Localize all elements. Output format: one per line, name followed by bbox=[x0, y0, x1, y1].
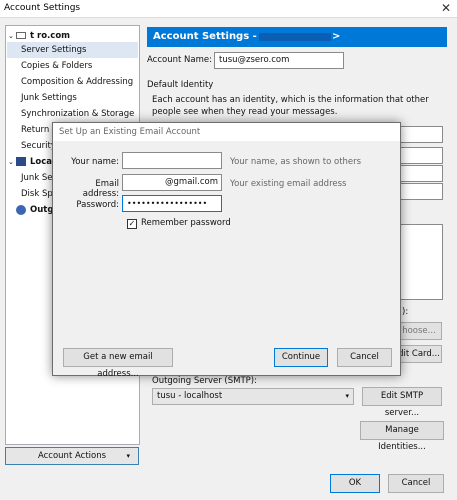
remember-password-label: Remember password bbox=[141, 218, 231, 228]
account-actions-label: Account Actions bbox=[37, 451, 107, 461]
password-input[interactable]: ••••••••••••••••• bbox=[122, 195, 222, 212]
chevron-down-icon: ▾ bbox=[345, 392, 349, 400]
signature-text-area[interactable] bbox=[400, 224, 443, 300]
account-name-label: Account Name: bbox=[147, 55, 212, 65]
tree-item-label: Composition & Addressing bbox=[21, 77, 134, 87]
identity-field-4[interactable] bbox=[400, 183, 443, 200]
choose-button[interactable]: hoose... bbox=[396, 322, 442, 340]
tree-item-label: Security bbox=[21, 141, 56, 151]
mail-account-icon bbox=[16, 32, 26, 39]
outgoing-server-select[interactable]: tusu - localhost ▾ bbox=[152, 388, 354, 405]
tree-item-label: Junk Settings bbox=[21, 93, 77, 103]
ok-button[interactable]: OK bbox=[330, 474, 380, 493]
your-name-hint: Your name, as shown to others bbox=[230, 157, 362, 167]
your-name-label: Your name: bbox=[71, 157, 119, 167]
identity-field-1[interactable] bbox=[400, 126, 443, 143]
default-identity-label: Default Identity bbox=[147, 80, 214, 90]
attach-label-suffix: ): bbox=[402, 307, 409, 317]
chevron-down-icon: ⌄ bbox=[8, 158, 14, 166]
your-name-input[interactable] bbox=[122, 152, 222, 169]
manage-identities-button[interactable]: Manage Identities... bbox=[360, 421, 444, 452]
setup-email-dialog: Set Up an Existing Email Account Your na… bbox=[52, 122, 401, 379]
email-address-label: Email address: bbox=[82, 179, 119, 199]
dialog-cancel-button[interactable]: Cancel bbox=[337, 348, 392, 367]
identity-field-2[interactable] bbox=[400, 147, 443, 164]
get-new-email-button[interactable]: Get a new email address... bbox=[63, 348, 173, 379]
window-titlebar: Account Settings ✕ bbox=[0, 0, 457, 18]
remember-password-checkbox[interactable]: ✓ bbox=[127, 219, 137, 229]
dropdown-arrow-icon: ▾ bbox=[126, 452, 130, 460]
password-label: Password: bbox=[76, 200, 119, 210]
edit-card-button[interactable]: dit Card... bbox=[396, 345, 442, 363]
dialog-title: Set Up an Existing Email Account bbox=[53, 123, 400, 141]
cancel-button[interactable]: Cancel bbox=[388, 474, 444, 493]
edit-smtp-server-button[interactable]: Edit SMTP server... bbox=[362, 387, 442, 418]
account-actions-button[interactable]: Account Actions ▾ bbox=[5, 447, 139, 465]
identity-field-3[interactable] bbox=[400, 165, 443, 182]
continue-button[interactable]: Continue bbox=[274, 348, 328, 367]
email-address-input[interactable]: @gmail.com bbox=[122, 174, 222, 191]
tree-item-server-settings[interactable]: Server Settings bbox=[7, 42, 138, 58]
computer-icon bbox=[16, 157, 26, 166]
redacted-block bbox=[259, 33, 331, 41]
account-settings-header: Account Settings - > bbox=[147, 27, 447, 47]
outgoing-server-value: tusu - localhost bbox=[157, 391, 223, 401]
server-icon bbox=[16, 205, 26, 215]
tree-item-label: Copies & Folders bbox=[21, 61, 93, 71]
email-address-hint: Your existing email address bbox=[230, 179, 347, 189]
tree-item-label: Synchronization & Storage bbox=[21, 109, 135, 119]
window-title: Account Settings bbox=[4, 3, 81, 13]
identity-description: Each account has an identity, which is t… bbox=[152, 95, 429, 117]
tree-item-label: Junk Set bbox=[21, 173, 56, 183]
tree-item-label: Server Settings bbox=[21, 45, 87, 55]
header-title: Account Settings - bbox=[153, 31, 257, 42]
header-suffix: > bbox=[332, 31, 341, 42]
close-icon[interactable]: ✕ bbox=[441, 1, 451, 15]
outgoing-server-label: Outgoing Server (SMTP): bbox=[152, 376, 257, 386]
account-name-input[interactable]: tusu@zsero.com bbox=[214, 52, 344, 69]
